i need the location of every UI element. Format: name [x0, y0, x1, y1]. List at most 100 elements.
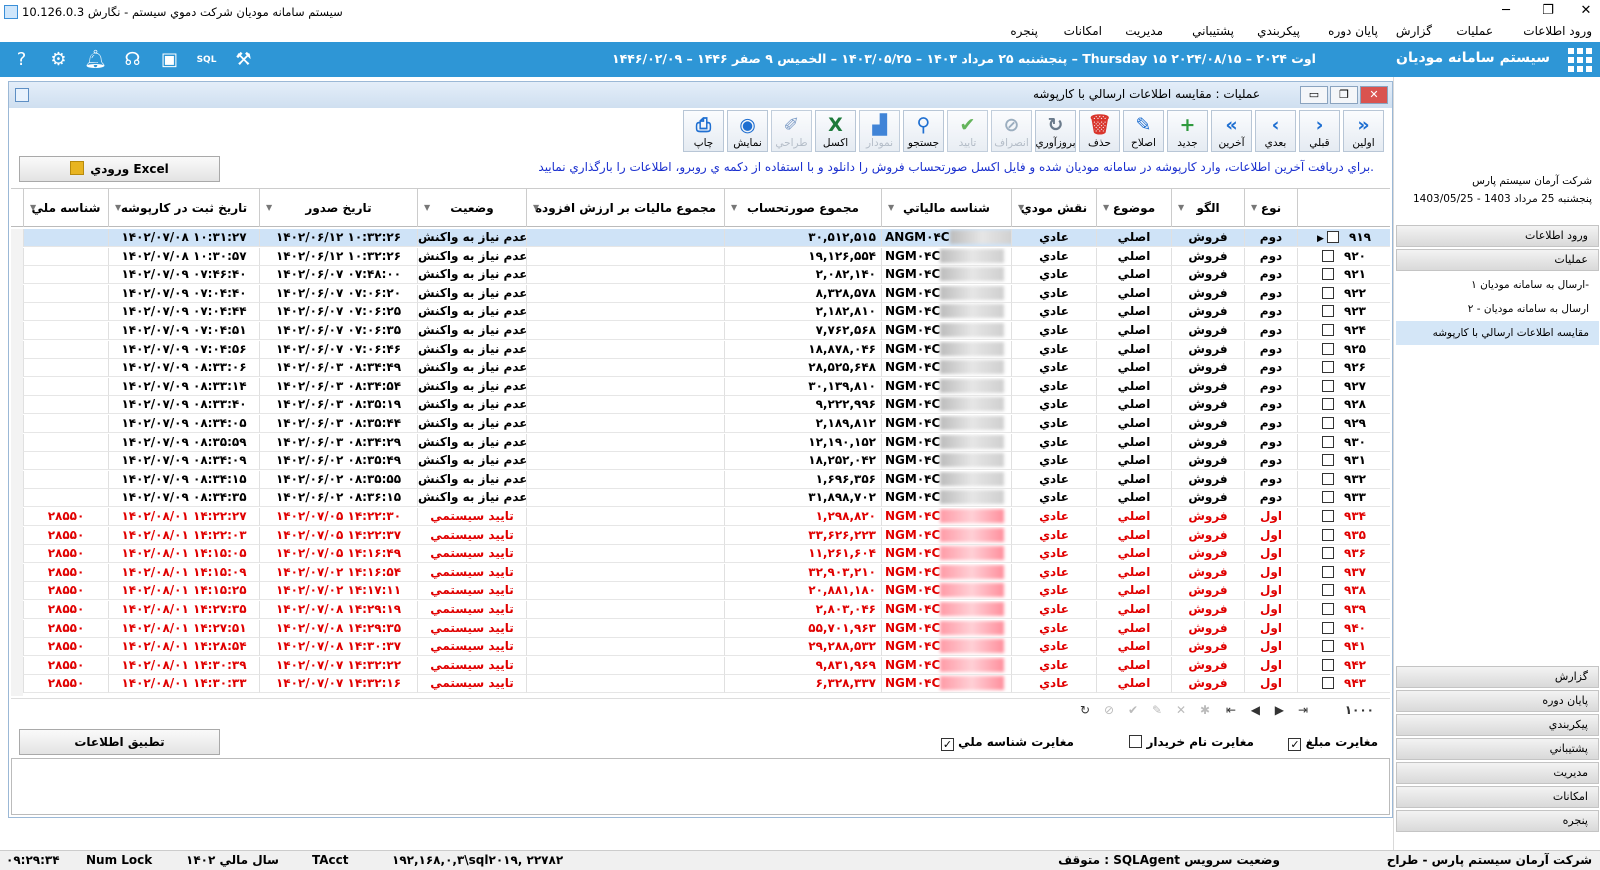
nav-section-data-entry[interactable]: ورود اطلاعات	[1396, 225, 1599, 247]
row-select-checkbox[interactable]	[1322, 398, 1334, 411]
nav-item-send-2[interactable]: ارسال به سامانه موديان - ۲	[1396, 297, 1599, 321]
row-select-checkbox[interactable]	[1322, 658, 1334, 671]
nav-first-icon[interactable]: ⇤	[1226, 703, 1236, 717]
row-select-checkbox[interactable]	[1322, 268, 1334, 281]
toolbar-button-excel[interactable]: X اکسل	[815, 110, 856, 152]
help-icon[interactable]: ?	[8, 46, 35, 73]
row-select-checkbox[interactable]	[1322, 640, 1334, 653]
app-grid-icon[interactable]	[1568, 48, 1592, 72]
toolbar-button-search[interactable]: ⚲ جستجو	[903, 110, 944, 152]
nav-post-icon[interactable]: ✔	[1128, 703, 1138, 717]
table-row[interactable]: ۹۳۶ اول فروش اصلي عادي NGM۰۴C ۱۱,۲۶۱,۶۰۴ تاييد …	[11, 545, 1390, 564]
table-row[interactable]: ۹۳۰ دوم فروش اصلي عادي NGM۰۴C ۱۲,۱۹۰,۱۵۲ عدم ني…	[11, 433, 1390, 452]
tools-icon[interactable]: ⚒	[230, 46, 257, 73]
table-row[interactable]: ۹۲۳ دوم فروش اصلي عادي NGM۰۴C ۲,۱۸۲,۸۱۰ عدم نيا…	[11, 303, 1390, 322]
row-select-checkbox[interactable]	[1322, 454, 1334, 467]
toolbar-button-chart[interactable]: ▟ نمودار	[859, 110, 900, 152]
settings-icon[interactable]: ⚙	[45, 46, 72, 73]
excel-import-button[interactable]: ورودي Excel	[19, 156, 220, 182]
menu-management[interactable]: مديريت	[1125, 24, 1163, 38]
toolbar-button-view[interactable]: ◉ نمايش	[727, 110, 768, 152]
row-select-checkbox[interactable]	[1322, 603, 1334, 615]
row-select-checkbox[interactable]	[1322, 379, 1334, 392]
column-filter-icon[interactable]: ▼	[30, 189, 36, 227]
row-select-checkbox[interactable]	[1322, 491, 1334, 504]
column-header-n[interactable]	[1297, 189, 1390, 227]
row-select-checkbox[interactable]	[1322, 324, 1334, 336]
table-row[interactable]: ۹۲۱ دوم فروش اصلي عادي NGM۰۴C ۲,۰۸۲,۱۴۰ عدم نيا…	[11, 266, 1390, 285]
table-row[interactable]: ۹۲۰ دوم فروش اصلي عادي NGM۰۴C ۱۹,۱۲۶,۵۵۴ عدم ني…	[11, 247, 1390, 266]
horizontal-scroll-area[interactable]	[11, 229, 23, 696]
table-row[interactable]: ۹۲۲ دوم فروش اصلي عادي NGM۰۴C ۸,۳۲۸,۵۷۸ عدم نيا…	[11, 284, 1390, 303]
toolbar-button-delete[interactable]: 🗑︎ حذف	[1079, 110, 1120, 152]
toolbar-button-edit[interactable]: ✎ اصلاح	[1123, 110, 1164, 152]
nav-insert-icon[interactable]: ✱	[1200, 703, 1210, 717]
table-row[interactable]: ۹۳۵ اول فروش اصلي عادي NGM۰۴C ۳۳,۶۲۶,۲۲۳ تاييد …	[11, 526, 1390, 545]
notification-bell-icon[interactable]: 🔔︎	[82, 46, 109, 73]
table-row[interactable]: ▶ ۹۱۹ دوم فروش اصلي عادي A‎NGM۰۴C ۳۰,۵۱۲,۵۱۵ عد…	[11, 229, 1390, 247]
table-row[interactable]: ۹۲۸ دوم فروش اصلي عادي NGM۰۴C ۹,۲۲۲,۹۹۶ عدم نيا…	[11, 396, 1390, 415]
column-header-nid[interactable]: شناسه ملي ▼	[23, 189, 108, 227]
table-row[interactable]: ۹۳۴ اول فروش اصلي عادي NGM۰۴C ۱,۲۹۸,۸۲۰ تاييد س…	[11, 508, 1390, 526]
row-select-checkbox[interactable]	[1322, 510, 1334, 522]
apply-match-button[interactable]: تطبيق اطلاعات	[19, 729, 220, 755]
nav-cancel-icon[interactable]: ⊘	[1104, 703, 1114, 717]
nav-section-facilities[interactable]: امکانات	[1396, 786, 1599, 808]
table-row[interactable]: ۹۲۵ دوم فروش اصلي عادي NGM۰۴C ۱۸,۸۷۸,۰۴۶ عدم ني…	[11, 340, 1390, 359]
column-header-total[interactable]: مجموع صورتحساب ▼	[724, 189, 881, 227]
column-header-subject[interactable]: موضوع ▼	[1096, 189, 1171, 227]
child-close-button[interactable]: ✕	[1360, 86, 1388, 104]
row-select-checkbox[interactable]	[1322, 547, 1334, 560]
menu-facilities[interactable]: امکانات	[1064, 24, 1102, 38]
column-header-reg[interactable]: تاريخ ثبت در کارپوشه ▼	[108, 189, 259, 227]
row-select-checkbox[interactable]	[1322, 677, 1334, 690]
nav-section-configuration[interactable]: پيکربندي	[1396, 714, 1599, 736]
toolbar-button-design[interactable]: ✐ طراحي	[771, 110, 812, 152]
row-select-checkbox[interactable]	[1322, 435, 1334, 448]
national-id-mismatch-checkbox[interactable]: ✓ مغايرت شناسه ملي	[940, 735, 1074, 751]
maximize-button[interactable]: ❐	[1530, 0, 1566, 23]
row-select-checkbox[interactable]	[1322, 584, 1334, 597]
nav-prev-icon[interactable]: ◀	[1251, 703, 1260, 717]
row-select-checkbox[interactable]	[1322, 305, 1334, 318]
toolbar-button-previous[interactable]: › قبلي	[1299, 110, 1340, 152]
row-select-checkbox[interactable]	[1322, 417, 1334, 429]
sql-database-icon[interactable]: SQL	[193, 46, 220, 73]
column-header-vat[interactable]: مجموع ماليات بر ارزش افزوده ▼	[526, 189, 724, 227]
table-row[interactable]: ۹۴۲ اول فروش اصلي عادي NGM۰۴C ۹,۸۳۱,۹۶۹ تاييد س…	[11, 656, 1390, 675]
table-row[interactable]: ۹۴۳ اول فروش اصلي عادي NGM۰۴C ۶,۳۲۸,۳۳۷ تاييد س…	[11, 675, 1390, 694]
row-select-checkbox[interactable]	[1322, 565, 1334, 578]
gift-icon[interactable]: ▣	[156, 46, 183, 73]
table-row[interactable]: ۹۲۶ دوم فروش اصلي عادي NGM۰۴C ۲۸,۵۲۵,۶۴۸ عدم ني…	[11, 359, 1390, 378]
menu-support[interactable]: پشتيباني	[1192, 24, 1234, 38]
column-header-issue[interactable]: تاريخ صدور ▼	[259, 189, 417, 227]
column-filter-icon[interactable]: ▼	[1018, 189, 1024, 227]
minimize-button[interactable]: ─	[1488, 0, 1524, 23]
column-header-type[interactable]: نوع ▼	[1244, 189, 1297, 227]
row-select-checkbox[interactable]	[1322, 472, 1334, 485]
column-filter-icon[interactable]: ▼	[1251, 189, 1257, 227]
column-filter-icon[interactable]: ▼	[424, 189, 430, 227]
row-select-checkbox[interactable]	[1322, 621, 1334, 634]
close-button[interactable]: ✕	[1568, 0, 1600, 23]
support-headset-icon[interactable]: ☊	[119, 46, 146, 73]
column-filter-icon[interactable]: ▼	[115, 189, 121, 227]
child-restore-button[interactable]: ❐	[1330, 86, 1358, 104]
column-header-pattern[interactable]: الگو ▼	[1171, 189, 1244, 227]
table-row[interactable]: ۹۲۷ دوم فروش اصلي عادي NGM۰۴C ۳۰,۱۳۹,۸۱۰ عدم ني…	[11, 377, 1390, 396]
table-row[interactable]: ۹۳۳ دوم فروش اصلي عادي NGM۰۴C ۳۱,۸۹۸,۷۰۲ عدم ني…	[11, 489, 1390, 508]
row-select-checkbox[interactable]	[1322, 528, 1334, 541]
column-header-taxid[interactable]: شناسه مالياتي ▼	[881, 189, 1011, 227]
menu-report[interactable]: گزارش	[1396, 24, 1432, 38]
row-select-checkbox[interactable]	[1322, 361, 1334, 374]
menu-period-end[interactable]: پايان دوره	[1328, 24, 1378, 38]
column-filter-icon[interactable]: ▼	[533, 189, 539, 227]
toolbar-button-refresh[interactable]: ↻ بروزآوري	[1035, 110, 1076, 152]
column-filter-icon[interactable]: ▼	[888, 189, 894, 227]
nav-section-operations[interactable]: عمليات	[1396, 249, 1599, 271]
nav-delete-icon[interactable]: ✕	[1176, 703, 1186, 717]
table-row[interactable]: ۹۴۱ اول فروش اصلي عادي NGM۰۴C ۲۹,۲۸۸,۵۳۲ تاييد …	[11, 638, 1390, 657]
nav-edit-icon[interactable]: ✎	[1152, 703, 1162, 717]
toolbar-button-print[interactable]: ⎙ چاپ	[683, 110, 724, 152]
nav-refresh-icon[interactable]: ↻	[1080, 703, 1090, 717]
